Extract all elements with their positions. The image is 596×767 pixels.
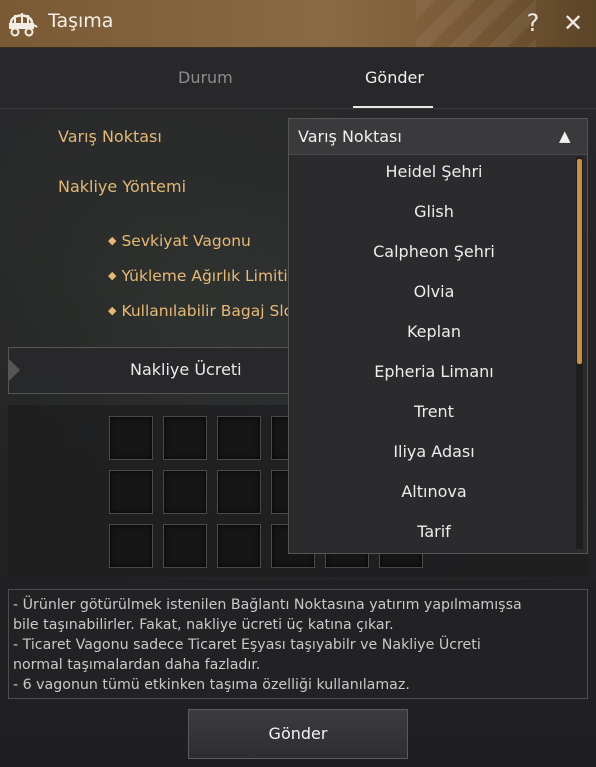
dropdown-header[interactable]: Varış Noktası ▲ xyxy=(289,119,587,155)
note-line: bile taşınabilirler. Fakat, nakliye ücre… xyxy=(13,617,394,633)
inventory-slot[interactable] xyxy=(109,470,153,514)
note-line: normal taşımalardan daha fazladır. xyxy=(13,657,261,673)
note-line: - Ürünler götürülmek istenilen Bağlantı … xyxy=(13,597,522,613)
diamond-icon: ◆ xyxy=(108,304,117,317)
window-title: Taşıma xyxy=(48,10,114,32)
diamond-icon: ◆ xyxy=(108,234,117,247)
inventory-slot[interactable] xyxy=(163,416,207,460)
divider xyxy=(0,108,596,109)
inventory-slot[interactable] xyxy=(163,470,207,514)
dropdown-option-heidel[interactable]: Heidel Şehri xyxy=(289,152,579,192)
dropdown-option-altinova[interactable]: Altınova xyxy=(289,472,579,512)
dropdown-option-olvia[interactable]: Olvia xyxy=(289,272,579,312)
diamond-icon: ◆ xyxy=(108,269,117,282)
dropdown-selected-value: Varış Noktası xyxy=(298,127,402,146)
shipping-fee-label: Nakliye Ücreti xyxy=(130,360,242,379)
dropdown-option-iliya[interactable]: Iliya Adası xyxy=(289,432,579,472)
inventory-slot[interactable] xyxy=(217,524,261,568)
dropdown-option-keplan[interactable]: Keplan xyxy=(289,312,579,352)
bullet-weight-limit: ◆ Yükleme Ağırlık Limiti xyxy=(108,267,288,285)
bullet-label: Sevkiyat Vagonu xyxy=(121,232,251,250)
dropdown-option-tarif[interactable]: Tarif xyxy=(289,512,579,552)
inventory-slot[interactable] xyxy=(109,524,153,568)
note-line: - Ticaret Vagonu sadece Ticaret Eşyası t… xyxy=(13,637,481,653)
title-decoration xyxy=(416,0,536,47)
bullet-label: Yükleme Ağırlık Limiti xyxy=(121,267,288,285)
destination-dropdown[interactable]: Varış Noktası ▲ Heidel Şehri Glish Calph… xyxy=(288,118,588,554)
inventory-slot[interactable] xyxy=(163,524,207,568)
notch-icon xyxy=(8,358,20,382)
info-notes: - Ürünler götürülmek istenilen Bağlantı … xyxy=(8,589,588,699)
inventory-slot[interactable] xyxy=(217,416,261,460)
triangle-up-icon[interactable]: ▲ xyxy=(559,127,571,145)
send-button[interactable]: Gönder xyxy=(188,709,408,759)
help-button[interactable]: ? xyxy=(519,8,547,38)
dropdown-scrollbar-thumb[interactable] xyxy=(577,159,582,364)
close-button[interactable]: ✕ xyxy=(559,8,587,38)
bullet-label: Kullanılabilir Bagaj Slo xyxy=(121,302,294,320)
tab-send[interactable]: Gönder xyxy=(365,68,424,87)
inventory-slot[interactable] xyxy=(217,470,261,514)
dropdown-option-glish[interactable]: Glish xyxy=(289,192,579,232)
tab-status[interactable]: Durum xyxy=(178,68,233,87)
dropdown-option-epheria[interactable]: Epheria Limanı xyxy=(289,352,579,392)
wagon-icon xyxy=(9,13,38,37)
note-line: - 6 vagonun tümü etkinken taşıma özelliğ… xyxy=(13,677,410,693)
inventory-slot[interactable] xyxy=(109,416,153,460)
transport-window: Taşıma ? ✕ Durum Gönder Varış Noktası Na… xyxy=(0,0,596,767)
shipping-method-label: Nakliye Yöntemi xyxy=(58,177,187,196)
dropdown-option-trent[interactable]: Trent xyxy=(289,392,579,432)
bullet-luggage-slots: ◆ Kullanılabilir Bagaj Slo xyxy=(108,302,293,320)
title-bar[interactable]: Taşıma ? ✕ xyxy=(0,0,596,48)
dropdown-option-calpheon[interactable]: Calpheon Şehri xyxy=(289,232,579,272)
bullet-wagon: ◆ Sevkiyat Vagonu xyxy=(108,232,251,250)
destination-label: Varış Noktası xyxy=(58,127,162,146)
tab-bar: Durum Gönder xyxy=(0,48,596,108)
